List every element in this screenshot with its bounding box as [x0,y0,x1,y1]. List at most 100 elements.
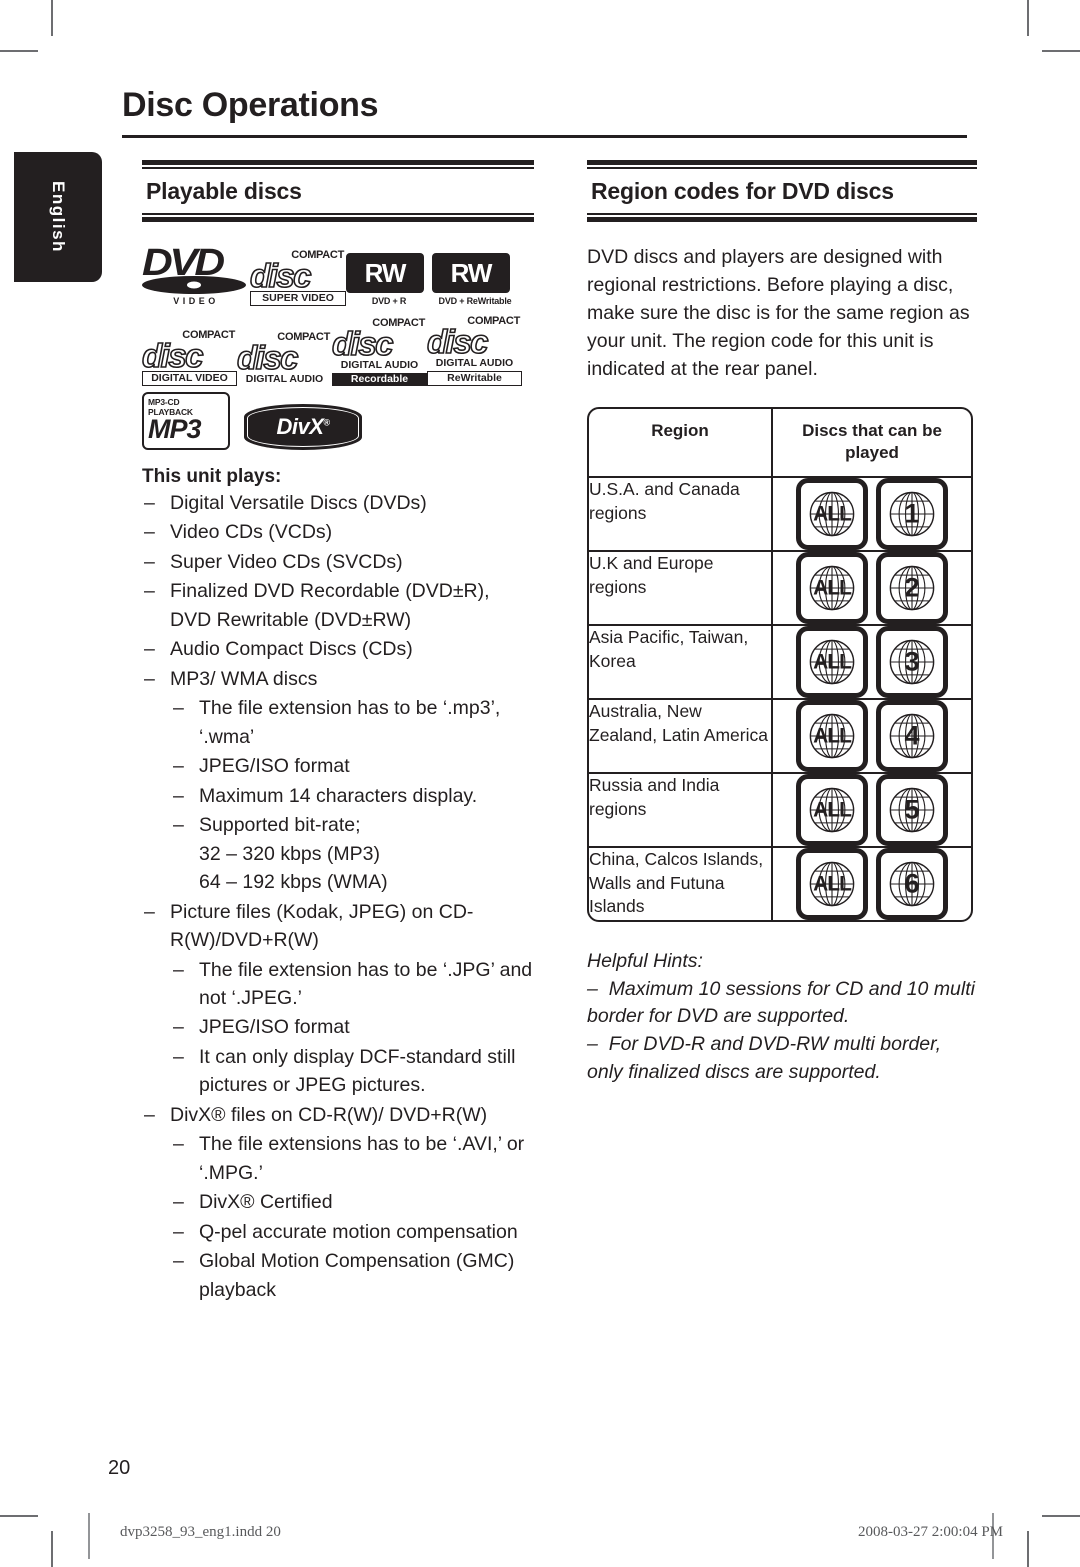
playable-formats-list: – Digital Versatile Discs (DVDs) – Video CD… [142,489,534,1304]
page-number: 20 [108,1457,131,1479]
list-dash: – [173,1250,184,1273]
helpful-hint-item: – For DVD-R and DVD-RW multi border, onl… [587,1032,941,1083]
list-item-text: Digital Versatile Discs (DVDs) [170,492,427,514]
region-code-badge-all: ALL [796,699,868,772]
list-dash: – [173,1133,184,1156]
region-code-badge-all: ALL [796,773,868,846]
table-row: China, Calcos Islands, Walls and Futuna … [589,847,971,920]
footer-timestamp: 2008-03-27 2:00:04 PM [858,1524,1004,1540]
list-dash: – [173,697,184,720]
region-code-badge-label: ALL [813,502,852,526]
cd-digital-video-band: DIGITAL VIDEO [142,370,237,386]
cd-super-video-word: disc [249,256,312,294]
list-item: – Supported bit-rate; 32 – 320 kbps (MP3) 6… [142,811,534,896]
compact-disc-super-video-logo: COMPACT disc SUPER VIDEO [249,249,346,306]
crop-mark-top-right-vertical [1027,0,1029,36]
region-name-cell: Asia Pacific, Taiwan, Korea [589,625,773,700]
crop-mark-bottom-left-horizontal [0,1515,38,1517]
divx-logo-word: DivX® [276,414,330,439]
helpful-hints-title: Helpful Hints: [587,949,703,972]
region-code-badge-label: 4 [904,720,920,751]
list-item-text: Super Video CDs (SVCDs) [170,550,403,573]
right-column: Region codes for DVD discs DVD discs and… [587,160,977,1086]
list-item: – Global Motion Compensation (GMC) playba… [142,1247,534,1304]
list-dash: – [144,1103,155,1126]
region-code-badge-6: 6 [876,847,948,920]
region-name-cell: U.K and Europe regions [589,551,773,626]
helpful-hints: Helpful Hints: – Maximum 10 sessions for… [587,948,977,1086]
region-badges-cell: ALL 6 [773,847,971,920]
logo-row-2: COMPACT disc DIGITAL VIDEO COMPACT disc … [141,314,522,386]
dvd-video-logo-disc-shape [142,276,246,294]
list-dash: – [144,550,155,573]
region-name-cell: Australia, New Zealand, Latin America [589,699,773,774]
cd-digital-video-word: disc [141,336,204,374]
logo-row-3: MP3-CD PLAYBACK MP3 DivX® [142,392,522,450]
dvd-plus-r-logo-sub: DVD + R [371,296,407,306]
dvd-video-logo-word: DVD [142,241,225,284]
region-code-badge-label: 1 [904,498,920,529]
page-title: Disc Operations [122,86,379,124]
crop-mark-top-left-horizontal [0,50,38,52]
list-dash: – [144,521,155,544]
crop-mark-bottom-right-vertical [1027,1531,1029,1567]
compact-disc-recordable-logo: COMPACT disc DIGITAL AUDIO Recordable [331,317,427,386]
list-dash: – [173,1045,184,1068]
region-badges-cell: ALL 4 [773,699,971,774]
list-item: – The file extension has to be ‘.mp3’, ‘.… [142,694,534,751]
dvd-plus-r-logo: RW DVD + R [346,253,432,306]
list-item-continuation: 32 – 320 kbps (MP3) [199,842,381,865]
heading-rule-top-thick [142,160,534,165]
list-dash: – [144,638,155,661]
list-dash: – [173,958,184,981]
table-row: Asia Pacific, Taiwan, Korea ALL 3 [589,625,971,700]
list-item: – It can only display DCF-standard still … [142,1043,534,1100]
region-code-badge-all: ALL [796,477,868,550]
crop-mark-top-left-vertical [51,0,53,36]
language-tab-label: English [49,181,68,253]
table-row: Russia and India regions ALL 5 [589,773,971,848]
cd-digital-audio-word: disc [236,338,299,376]
list-item-text: DivX® Certified [199,1191,333,1214]
list-dash: – [173,1220,184,1243]
region-name-cell: Russia and India regions [589,773,773,848]
list-item: – MP3/ WMA discs [142,665,534,693]
list-dash: – [173,755,184,778]
list-item: – Video CDs (VCDs) [142,518,534,546]
region-code-badge-4: 4 [876,699,948,772]
dvd-video-logo: DVD VIDEO [142,244,250,306]
list-item-text: Audio Compact Discs (CDs) [170,638,413,661]
list-item-text: Q-pel accurate motion compensation [199,1220,518,1243]
list-item: – Q-pel accurate motion compensation [142,1218,534,1246]
list-item: – Maximum 14 characters display. [142,782,534,810]
list-item-continuation: 64 – 192 kbps (WMA) [199,871,388,894]
this-unit-plays-title: This unit plays: [142,466,282,487]
region-code-badge-1: 1 [876,477,948,550]
dvd-plus-rewritable-logo-sub: DVD + ReWritable [438,296,512,306]
region-badges-cell: ALL 5 [773,773,971,848]
list-item-text: The file extension has to be ‘.JPG’ and … [199,958,533,1009]
heading-rule-bottom-thin [142,213,534,215]
list-item: – DivX® files on CD-R(W)/ DVD+R(W) [142,1101,534,1129]
list-item-text: Video CDs (VCDs) [170,521,333,544]
region-codes-intro: DVD discs and players are designed with … [587,246,970,380]
mp3-cd-playback-logo: MP3-CD PLAYBACK MP3 [142,392,230,450]
list-dash: – [144,492,155,514]
dvd-plus-rewritable-logo: RW DVD + ReWritable [432,253,518,306]
region-name-cell: China, Calcos Islands, Walls and Futuna … [589,847,773,920]
mp3-cd-playback-logo-box: MP3-CD PLAYBACK MP3 [142,392,230,450]
crop-mark-top-right-horizontal [1042,50,1080,52]
region-badges-cell: ALL 3 [773,625,971,700]
compact-disc-digital-audio-logo: COMPACT disc DIGITAL AUDIO [236,331,332,386]
cd-rewritable-word: disc [426,322,489,360]
cd-recordable-band2: Recordable [332,372,427,386]
divx-logo: DivX® [244,404,362,450]
dvd-plus-rewritable-logo-word: RW [450,257,493,288]
list-item: – DivX® Certified [142,1188,534,1216]
cd-recordable-word: disc [331,324,394,362]
list-dash: – [173,1191,184,1214]
region-code-badge-3: 3 [876,625,948,698]
table-row: U.K and Europe regions ALL 2 [589,551,971,626]
region-heading-rule-bottom-thin [587,213,977,215]
heading-rule-bottom-thick [142,217,534,222]
